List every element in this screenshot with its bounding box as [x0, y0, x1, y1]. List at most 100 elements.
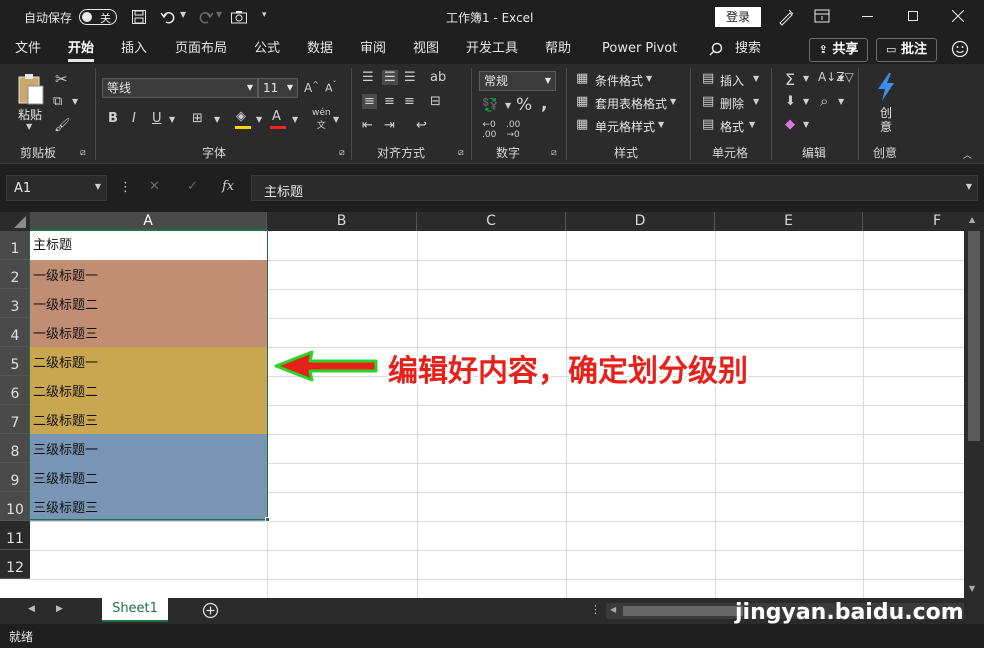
decrease-font-icon[interactable]: Aˇ — [325, 80, 337, 95]
number-launcher-icon[interactable]: ⧄ — [551, 148, 557, 158]
collapse-ribbon-icon[interactable]: ︿ — [963, 148, 972, 161]
table-format-icon[interactable]: ▦ — [576, 94, 588, 109]
autosave-toggle[interactable]: 关 — [79, 9, 117, 25]
autosum-icon[interactable]: Σ — [785, 70, 795, 89]
paste-icon[interactable] — [16, 72, 46, 106]
tab-data[interactable]: 数据 — [307, 40, 333, 62]
comment-button[interactable]: ▭ 批注 — [876, 38, 937, 62]
column-header-c[interactable]: C — [417, 212, 566, 231]
decrease-decimal-icon[interactable]: .00 →0 — [506, 120, 520, 140]
tab-split-icon[interactable]: ⋮ — [590, 603, 601, 616]
format-cells-label[interactable]: 格式 — [720, 118, 744, 135]
fill-icon[interactable]: ⬇ — [785, 94, 796, 109]
delete-dropdown-icon[interactable]: ▼ — [753, 97, 759, 106]
decrease-indent-icon[interactable]: ⇤ — [362, 118, 373, 133]
tab-power-pivot[interactable]: Power Pivot — [602, 40, 677, 62]
tab-home[interactable]: 开始 — [68, 40, 95, 62]
copy-icon[interactable]: ⧉ — [53, 94, 62, 109]
enter-icon[interactable]: ✓ — [187, 179, 198, 194]
pen-icon[interactable] — [777, 8, 795, 26]
align-top-icon[interactable]: ☰ — [362, 70, 374, 85]
spreadsheet-grid[interactable]: ABCDEF 1 2 3 4 5 6 7 8 9 10 11 12 主标题 一级标题一 一级标题二 一级标题… — [0, 212, 964, 598]
font-color-icon[interactable]: A — [272, 109, 281, 124]
align-center-icon[interactable]: ≡ — [384, 94, 395, 109]
tab-file[interactable]: 文件 — [15, 40, 41, 62]
sheet-next-icon[interactable]: ▶ — [56, 604, 63, 614]
find-dropdown-icon[interactable]: ▼ — [838, 97, 844, 106]
conditional-dropdown-icon[interactable]: ▼ — [646, 74, 652, 83]
scroll-up-icon[interactable]: ▲ — [969, 215, 975, 224]
search-icon[interactable] — [709, 42, 723, 56]
customize-toolbar-icon[interactable]: ▾ — [262, 10, 267, 20]
wrap-text-icon[interactable]: ↩ — [416, 118, 427, 133]
comma-icon[interactable]: , — [541, 94, 547, 114]
row-header-9[interactable]: 9 — [0, 463, 30, 492]
scroll-left-icon[interactable]: ◀ — [610, 605, 616, 614]
row-header-12[interactable]: 12 — [0, 550, 30, 579]
cell-style-icon[interactable]: ▦ — [576, 117, 588, 132]
clear-icon[interactable]: ◆ — [785, 117, 795, 132]
delete-cells-icon[interactable]: ▤ — [702, 94, 714, 109]
orientation-icon[interactable]: ab — [430, 70, 446, 85]
undo-dropdown-icon[interactable]: ▼ — [180, 10, 186, 19]
paste-dropdown-icon[interactable]: ▼ — [26, 122, 32, 131]
insert-cells-icon[interactable]: ▤ — [702, 71, 714, 86]
login-button[interactable]: 登录 — [715, 7, 761, 27]
currency-dropdown-icon[interactable]: ▼ — [505, 101, 511, 110]
tab-review[interactable]: 审阅 — [360, 40, 386, 62]
row-header-11[interactable]: 11 — [0, 521, 30, 550]
tab-help[interactable]: 帮助 — [545, 40, 571, 62]
bold-icon[interactable]: B — [108, 111, 118, 126]
phonetic-icon[interactable]: wén 文 — [312, 108, 331, 131]
sheet-tab-sheet1[interactable]: Sheet1 — [102, 598, 168, 622]
delete-cells-label[interactable]: 删除 — [720, 95, 744, 112]
redo-dropdown-icon[interactable]: ▼ — [216, 10, 222, 19]
underline-dropdown-icon[interactable]: ▼ — [169, 115, 175, 124]
row-header-3[interactable]: 3 — [0, 289, 30, 318]
row-header-7[interactable]: 7 — [0, 405, 30, 434]
clear-dropdown-icon[interactable]: ▼ — [803, 120, 809, 129]
save-icon[interactable] — [131, 9, 147, 25]
conditional-format-label[interactable]: 条件格式 — [595, 72, 643, 89]
tab-view[interactable]: 视图 — [413, 40, 439, 62]
row-header-8[interactable]: 8 — [0, 434, 30, 463]
cancel-icon[interactable]: ✕ — [149, 179, 160, 194]
undo-icon[interactable] — [160, 9, 178, 25]
column-header-e[interactable]: E — [715, 212, 863, 231]
horizontal-scroll-thumb[interactable] — [623, 606, 743, 616]
ideas-label[interactable]: 创 意 — [880, 106, 892, 134]
sheet-prev-icon[interactable]: ◀ — [28, 604, 35, 614]
font-name-select[interactable]: 等线 ▼ — [102, 78, 258, 98]
minimize-icon[interactable] — [862, 16, 873, 17]
row-header-6[interactable]: 6 — [0, 376, 30, 405]
align-left-icon[interactable]: ≡ — [362, 94, 377, 109]
expand-formula-icon[interactable]: ▼ — [966, 182, 972, 191]
number-format-select[interactable]: 常规 ▼ — [479, 71, 556, 91]
tab-page-layout[interactable]: 页面布局 — [175, 40, 227, 62]
cell-style-dropdown-icon[interactable]: ▼ — [658, 120, 664, 129]
insert-cells-label[interactable]: 插入 — [720, 72, 744, 89]
formula-input[interactable]: 主标题 ▼ — [251, 175, 978, 201]
fill-dropdown-icon[interactable]: ▼ — [256, 115, 262, 124]
fill-dropdown-icon[interactable]: ▼ — [803, 97, 809, 106]
smiley-icon[interactable] — [951, 40, 969, 58]
row-header-4[interactable]: 4 — [0, 318, 30, 347]
redo-icon[interactable] — [196, 9, 214, 25]
more-icon[interactable]: ⋮ — [119, 180, 132, 195]
column-header-a[interactable]: A — [30, 212, 267, 231]
column-header-f[interactable]: F — [863, 212, 964, 231]
camera-icon[interactable] — [230, 9, 248, 25]
add-sheet-icon[interactable] — [202, 602, 219, 619]
table-format-label[interactable]: 套用表格格式 — [595, 95, 667, 112]
tab-insert[interactable]: 插入 — [121, 40, 147, 62]
fill-handle[interactable] — [265, 517, 270, 522]
sort-dropdown-icon[interactable]: ▼ — [838, 74, 844, 83]
align-right-icon[interactable]: ≡ — [404, 94, 415, 109]
column-header-b[interactable]: B — [267, 212, 417, 231]
format-cells-icon[interactable]: ▤ — [702, 117, 714, 132]
autosum-dropdown-icon[interactable]: ▼ — [803, 74, 809, 83]
clipboard-launcher-icon[interactable]: ⧄ — [80, 148, 86, 158]
border-icon[interactable]: ⊞ — [192, 111, 203, 126]
vertical-scrollbar[interactable]: ▲ ▼ — [964, 212, 984, 598]
copy-dropdown-icon[interactable]: ▼ — [72, 97, 78, 106]
